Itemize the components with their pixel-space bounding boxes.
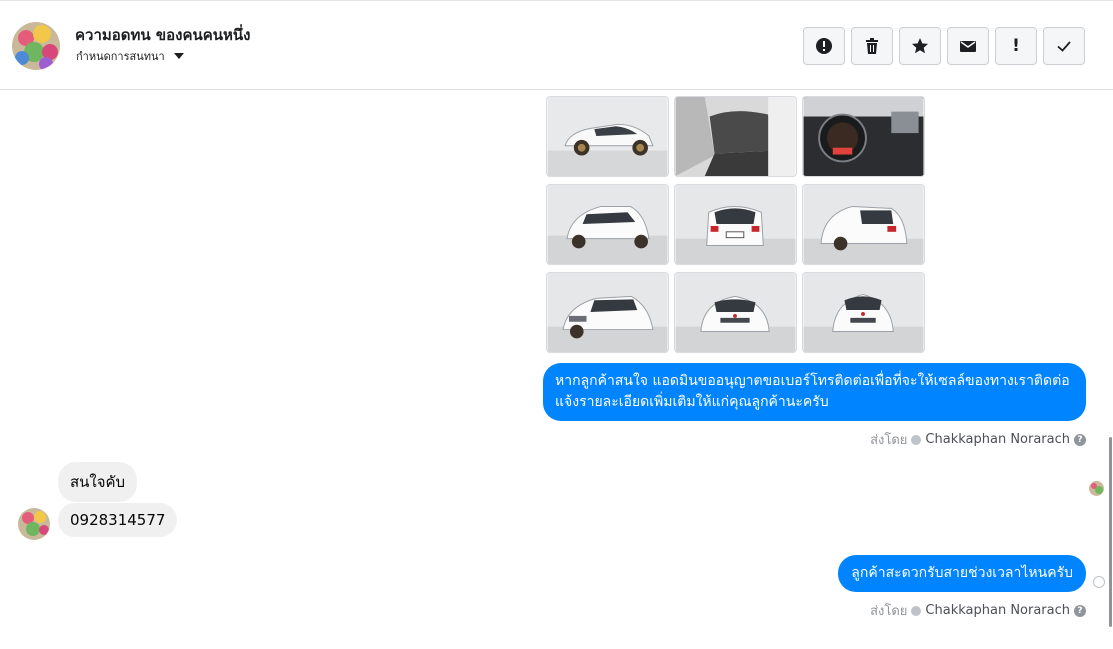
car-photo[interactable] bbox=[546, 96, 669, 177]
conversation-settings-dropdown[interactable]: กำหนดการสนทนา bbox=[76, 47, 184, 65]
contact-name[interactable]: ความอดทน ของคนคนหนึ่ง bbox=[75, 23, 251, 47]
header-actions: ! bbox=[803, 27, 1085, 65]
sender-name[interactable]: Chakkaphan Norarach bbox=[925, 432, 1070, 447]
sent-by-label: ส่งโดย bbox=[870, 433, 908, 448]
contact-avatar-small[interactable] bbox=[18, 508, 50, 540]
incoming-message[interactable]: 0928314577 bbox=[58, 503, 178, 537]
caret-down-icon bbox=[173, 53, 184, 59]
car-front-angle-image bbox=[547, 185, 668, 264]
mark-spam-button[interactable] bbox=[803, 27, 845, 65]
mark-unread-button[interactable] bbox=[947, 27, 989, 65]
outgoing-message[interactable]: ลูกค้าสะดวกรับสายช่วงเวลาไหนครับ bbox=[838, 555, 1086, 592]
car-photo[interactable] bbox=[546, 272, 669, 353]
sent-by-info: ส่งโดย Chakkaphan Norarach ? bbox=[870, 429, 1086, 450]
car-front-view-image bbox=[803, 273, 924, 352]
car-photo[interactable] bbox=[674, 184, 797, 265]
star-button[interactable] bbox=[899, 27, 941, 65]
help-icon[interactable]: ? bbox=[1074, 604, 1086, 617]
car-photo[interactable] bbox=[802, 184, 925, 265]
sent-by-label: ส่งโดย bbox=[870, 604, 908, 619]
seen-avatar bbox=[1089, 481, 1104, 496]
car-photo[interactable] bbox=[674, 96, 797, 177]
sent-by-info: ส่งโดย Chakkaphan Norarach ? bbox=[870, 600, 1086, 621]
car-rear-image bbox=[675, 185, 796, 264]
alert-circle-icon bbox=[816, 38, 832, 54]
verified-icon bbox=[911, 605, 922, 616]
conversation-settings-label: กำหนดการสนทนา bbox=[76, 50, 165, 63]
car-dashboard-image bbox=[803, 97, 924, 176]
envelope-icon bbox=[960, 41, 976, 52]
car-rear-angle-image bbox=[803, 185, 924, 264]
conversation-header: ความอดทน ของคนคนหนึ่ง กำหนดการสนทนา ! bbox=[0, 0, 1113, 90]
car-interior-rear-image bbox=[675, 97, 796, 176]
contact-avatar[interactable] bbox=[12, 22, 60, 70]
car-photo[interactable] bbox=[546, 184, 669, 265]
important-button[interactable]: ! bbox=[995, 27, 1037, 65]
delivered-check-icon bbox=[1093, 576, 1105, 588]
trash-icon bbox=[866, 38, 878, 54]
done-button[interactable] bbox=[1043, 27, 1085, 65]
car-side-image bbox=[547, 97, 668, 176]
car-front-left-image bbox=[547, 273, 668, 352]
star-icon bbox=[912, 38, 928, 54]
outgoing-message[interactable]: หากลูกค้าสนใจ แอดมินขออนุญาตขอเบอร์โทรติ… bbox=[543, 363, 1086, 421]
sender-name[interactable]: Chakkaphan Norarach bbox=[925, 603, 1070, 618]
car-photo[interactable] bbox=[802, 272, 925, 353]
delete-button[interactable] bbox=[851, 27, 893, 65]
verified-icon bbox=[911, 434, 922, 445]
car-photo[interactable] bbox=[802, 96, 925, 177]
check-icon bbox=[1057, 41, 1071, 52]
car-front-image bbox=[675, 273, 796, 352]
incoming-message[interactable]: สนใจคับ bbox=[58, 462, 138, 502]
photo-attachments bbox=[546, 96, 925, 353]
exclamation-icon: ! bbox=[1012, 36, 1020, 56]
car-photo[interactable] bbox=[674, 272, 797, 353]
scrollbar[interactable] bbox=[1109, 437, 1112, 627]
help-icon[interactable]: ? bbox=[1074, 433, 1086, 446]
conversation-view: ความอดทน ของคนคนหนึ่ง กำหนดการสนทนา ! หา… bbox=[0, 0, 1113, 649]
